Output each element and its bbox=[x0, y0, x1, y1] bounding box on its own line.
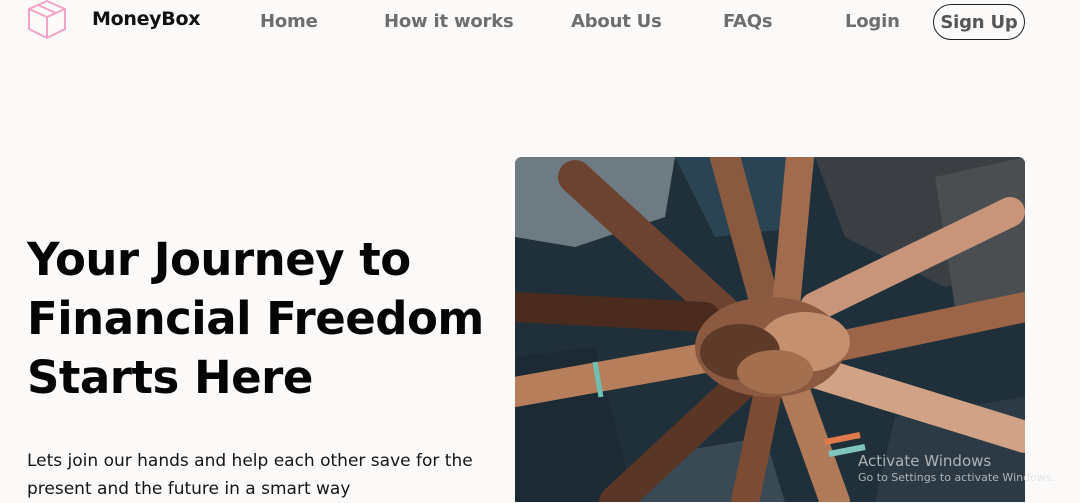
hands-together-photo bbox=[515, 157, 1025, 502]
activate-windows-watermark: Activate Windows Go to Settings to activ… bbox=[858, 452, 1055, 486]
top-navigation: MoneyBox Home How it works About Us FAQs… bbox=[0, 0, 1080, 48]
hero-subtitle: Lets join our hands and help each other … bbox=[27, 447, 517, 503]
nav-about-us-link[interactable]: About Us bbox=[571, 11, 662, 32]
nav-how-it-works-link[interactable]: How it works bbox=[384, 11, 514, 32]
hero-subtitle-line: present and the future in a smart way bbox=[27, 479, 351, 499]
watermark-title: Activate Windows bbox=[858, 452, 992, 470]
sign-up-button[interactable]: Sign Up bbox=[933, 4, 1025, 40]
nav-login-link[interactable]: Login bbox=[845, 11, 900, 32]
box-icon[interactable] bbox=[26, 0, 68, 40]
hero-title: Your Journey to Financial Freedom Starts… bbox=[27, 230, 507, 407]
brand-name[interactable]: MoneyBox bbox=[92, 8, 200, 30]
hero-subtitle-line: Lets join our hands and help each other … bbox=[27, 451, 473, 471]
nav-faqs-link[interactable]: FAQs bbox=[723, 11, 773, 32]
nav-home-link[interactable]: Home bbox=[260, 11, 318, 32]
hero-title-line: Financial Freedom bbox=[27, 292, 484, 345]
hero-title-line: Your Journey to bbox=[27, 233, 411, 286]
watermark-subtitle: Go to Settings to activate Windows. bbox=[858, 471, 1056, 484]
hero-title-line: Starts Here bbox=[27, 351, 313, 404]
